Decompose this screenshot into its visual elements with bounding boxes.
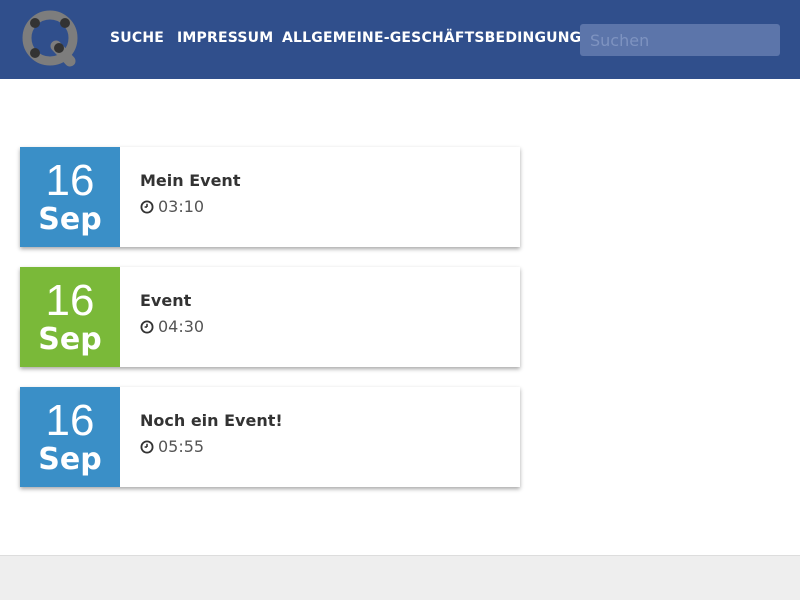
clock-icon bbox=[140, 320, 154, 333]
event-card-1[interactable]: 16 Sep Mein Event 03:10 bbox=[20, 147, 520, 247]
event-card-3[interactable]: 16 Sep Noch ein Event! 05:55 bbox=[20, 387, 520, 487]
event-month: Sep bbox=[38, 202, 102, 237]
event-title[interactable]: Event bbox=[140, 291, 191, 310]
event-date-box: 16 Sep bbox=[20, 387, 120, 487]
event-date-box: 16 Sep bbox=[20, 267, 120, 367]
event-time: 03:10 bbox=[140, 197, 204, 216]
event-day: 16 bbox=[45, 156, 95, 205]
event-title[interactable]: Noch ein Event! bbox=[140, 411, 283, 430]
event-month: Sep bbox=[38, 442, 102, 477]
nav-link-suche[interactable]: SUCHE bbox=[110, 30, 164, 46]
search-input[interactable] bbox=[580, 24, 780, 56]
nav-link-agb[interactable]: ALLGEMEINE-GESCHÄFTSBEDINGUNGEN bbox=[282, 30, 603, 46]
event-title[interactable]: Mein Event bbox=[140, 171, 240, 190]
event-month: Sep bbox=[38, 322, 102, 357]
clock-icon bbox=[140, 440, 154, 453]
navbar: SUCHE IMPRESSUM ALLGEMEINE-GESCHÄFTSBEDI… bbox=[0, 0, 800, 79]
event-day: 16 bbox=[45, 396, 95, 445]
event-card-2[interactable]: 16 Sep Event 04:30 bbox=[20, 267, 520, 367]
q-logo-icon[interactable] bbox=[20, 9, 80, 69]
event-date-box: 16 Sep bbox=[20, 147, 120, 247]
event-time-text: 05:55 bbox=[158, 437, 205, 456]
clock-icon bbox=[140, 200, 154, 213]
event-time: 04:30 bbox=[140, 317, 204, 336]
nav-link-impressum[interactable]: IMPRESSUM bbox=[177, 30, 273, 46]
event-day: 16 bbox=[45, 276, 95, 325]
event-time: 05:55 bbox=[140, 437, 204, 456]
event-time-text: 03:10 bbox=[158, 197, 205, 216]
event-time-text: 04:30 bbox=[158, 317, 205, 336]
footer bbox=[0, 555, 800, 600]
